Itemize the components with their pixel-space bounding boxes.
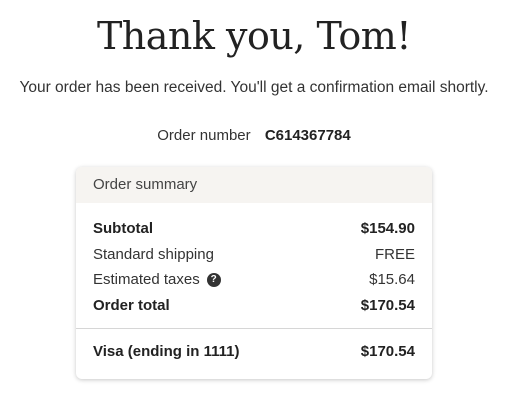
taxes-row: Estimated taxes ? $15.64 <box>93 267 415 293</box>
order-number-value: C614367784 <box>264 127 351 144</box>
order-summary-card: Order summary Subtotal $154.90 Standard … <box>76 167 432 379</box>
subtotal-label: Subtotal <box>93 220 153 238</box>
order-summary-heading: Order summary <box>76 167 432 203</box>
order-total-label: Order total <box>93 296 170 314</box>
payment-row: Visa (ending in 1111) $170.54 <box>93 341 415 363</box>
order-number: Order number C614367784 <box>0 126 508 146</box>
payment-amount: $170.54 <box>360 343 415 360</box>
taxes-label-group: Estimated taxes ? <box>93 271 221 288</box>
question-help-icon[interactable]: ? <box>206 272 221 287</box>
order-total-row: Order total $170.54 <box>93 293 415 319</box>
page-title: Thank you, Tom! <box>96 14 412 58</box>
order-number-label: Order number <box>157 127 251 144</box>
payment-method-label: Visa (ending in 1111) <box>93 343 240 360</box>
shipping-row: Standard shipping FREE <box>93 242 415 268</box>
summary-rows: Subtotal $154.90 Standard shipping FREE … <box>76 203 432 318</box>
shipping-value: FREE <box>374 245 415 263</box>
subtotal-value: $154.90 <box>360 220 415 238</box>
taxes-value: $15.64 <box>369 271 415 289</box>
order-total-value: $170.54 <box>360 296 415 314</box>
confirmation-message: Your order has been received. You'll get… <box>19 79 489 96</box>
taxes-label: Estimated taxes <box>93 271 200 289</box>
shipping-label: Standard shipping <box>93 245 214 263</box>
subtotal-row: Subtotal $154.90 <box>93 216 415 242</box>
summary-divider <box>76 328 432 329</box>
